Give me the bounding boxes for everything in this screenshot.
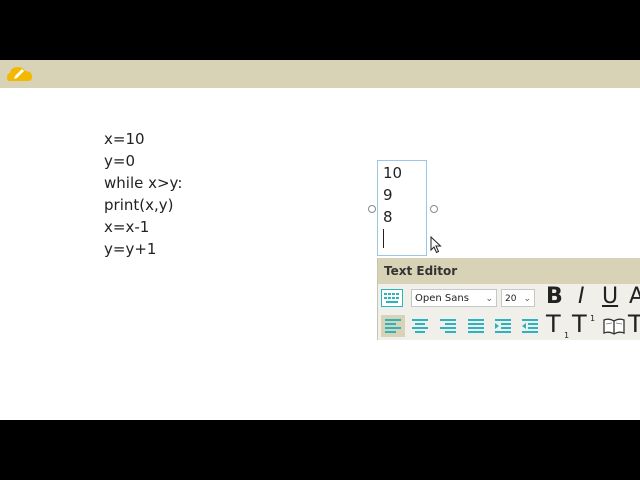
font-color-button[interactable]: A	[629, 284, 640, 309]
mouse-cursor-icon	[430, 235, 442, 258]
resize-handle-right[interactable]	[430, 205, 438, 213]
superscript-mark: 1	[590, 314, 596, 323]
code-listing: x=10 y=0 while x>y: print(x,y) x=x-1 y=y…	[104, 128, 182, 260]
dictionary-icon[interactable]	[602, 317, 626, 339]
superscript-button[interactable]: T	[572, 310, 587, 338]
indent-icon[interactable]	[492, 315, 514, 341]
letterbox-bottom	[0, 420, 640, 480]
subscript-button[interactable]: T	[546, 310, 561, 338]
align-right-icon[interactable]	[437, 315, 459, 341]
text-editor-row-font: Open Sans ⌄ 20 ⌄ B I U A	[378, 284, 640, 312]
code-line: y=0	[104, 152, 135, 170]
textbox-line: 9	[383, 186, 393, 204]
align-left-icon[interactable]	[381, 315, 405, 341]
text-style-button[interactable]: T	[628, 310, 640, 338]
chevron-down-icon: ⌄	[485, 294, 493, 304]
textbox-line: 8	[383, 208, 393, 226]
justify-icon[interactable]	[465, 315, 487, 341]
code-line: while x>y:	[104, 174, 183, 192]
app-canvas: x=10 y=0 while x>y: print(x,y) x=x-1 y=y…	[0, 60, 640, 420]
textbox-line: 10	[383, 164, 403, 182]
keyboard-icon[interactable]	[381, 289, 403, 311]
code-line: x=x-1	[104, 218, 150, 236]
chevron-down-icon: ⌄	[523, 294, 531, 304]
font-family-value: Open Sans	[415, 293, 469, 304]
top-toolbar	[0, 60, 640, 88]
align-center-icon[interactable]	[409, 315, 431, 341]
font-size-select[interactable]: 20 ⌄	[501, 289, 535, 307]
output-textbox[interactable]: 10 9 8	[377, 160, 427, 256]
outdent-icon[interactable]	[519, 315, 541, 341]
subscript-mark: 1	[564, 331, 570, 340]
code-line: x=10	[104, 130, 145, 148]
italic-button[interactable]: I	[578, 284, 585, 309]
text-editor-row-paragraph: T 1 T 1 T	[378, 310, 640, 341]
text-editor-panel: Text Editor Open Sans ⌄ 20 ⌄ B I U A T 1…	[377, 258, 640, 340]
font-family-select[interactable]: Open Sans ⌄	[411, 289, 497, 307]
pencil-icon[interactable]	[6, 64, 34, 86]
code-line: print(x,y)	[104, 196, 174, 214]
text-editor-title: Text Editor	[378, 258, 640, 284]
font-size-value: 20	[505, 294, 517, 304]
bold-button[interactable]: B	[546, 284, 563, 309]
code-line: y=y+1	[104, 240, 157, 258]
resize-handle-left[interactable]	[368, 205, 376, 213]
text-caret	[383, 229, 384, 248]
underline-button[interactable]: U	[602, 284, 618, 309]
letterbox-top	[0, 0, 640, 60]
